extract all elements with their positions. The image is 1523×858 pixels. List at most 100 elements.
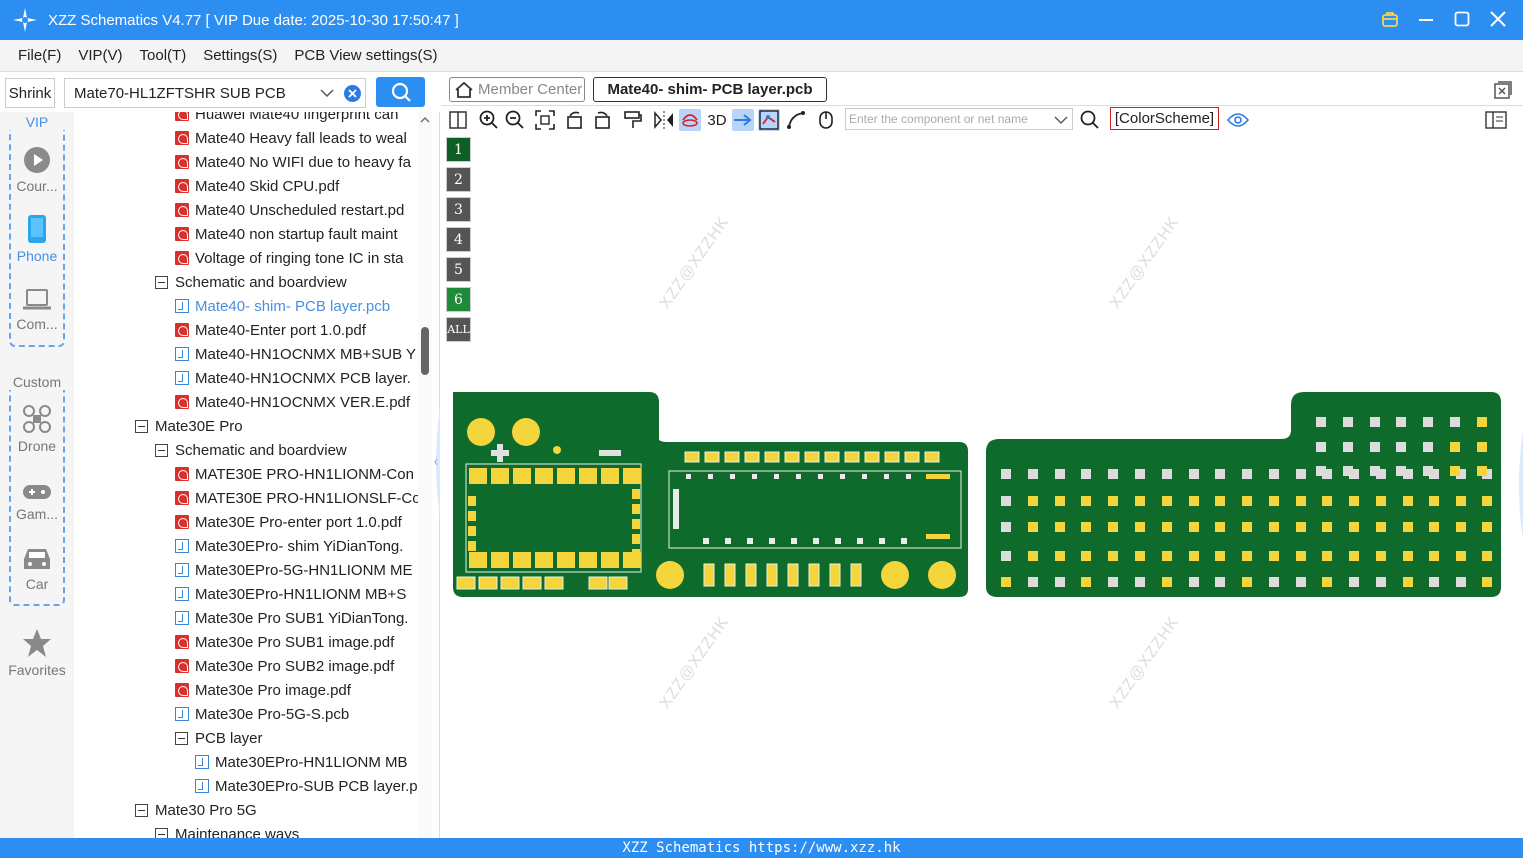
pcb-pad[interactable] — [1135, 522, 1145, 532]
pcb-pad[interactable] — [1189, 469, 1199, 479]
pcb-pad[interactable] — [1396, 417, 1406, 427]
pcb-pad[interactable] — [784, 451, 800, 463]
pcb-pad[interactable] — [1189, 577, 1199, 587]
search-button[interactable] — [376, 77, 425, 107]
pcb-pad[interactable] — [766, 563, 778, 587]
pcb-pad[interactable] — [1135, 496, 1145, 506]
pcb-pad[interactable] — [745, 563, 757, 587]
tree-file[interactable]: Mate30EPro-HN1LIONM MB — [195, 750, 408, 774]
pcb-pad[interactable] — [1477, 417, 1487, 427]
chevron-down-icon[interactable] — [319, 85, 335, 101]
tree-folder[interactable]: Schematic and boardview — [155, 438, 347, 462]
pcb-pad[interactable] — [1456, 522, 1466, 532]
net-search-icon[interactable] — [1079, 109, 1101, 131]
pcb-pad[interactable] — [1429, 522, 1439, 532]
tree-scrollbar[interactable] — [418, 112, 432, 838]
tree-file[interactable]: Mate40 No WIFI due to heavy fa — [175, 150, 411, 174]
pcb-pad[interactable] — [1349, 496, 1359, 506]
tree-file[interactable]: MATE30E PRO-HN1LIONM-Con — [175, 462, 414, 486]
pcb-pad[interactable] — [747, 538, 753, 544]
zoom-in-icon[interactable] — [478, 109, 500, 131]
pcb-pad[interactable] — [469, 468, 487, 484]
pcb-pad[interactable] — [469, 552, 487, 568]
tree-file[interactable]: Mate30EPro-SUB PCB layer.p — [195, 774, 418, 798]
sidebar-item-car[interactable]: Car — [0, 546, 74, 592]
pcb-pad[interactable] — [1108, 551, 1118, 561]
pcb-pad[interactable] — [1242, 469, 1252, 479]
paint-brush-icon[interactable] — [622, 109, 644, 131]
pcb-pad[interactable] — [1370, 466, 1380, 476]
pcb-pad[interactable] — [704, 451, 720, 463]
collapse-left-icon[interactable] — [432, 407, 440, 517]
pcb-pad[interactable] — [468, 496, 476, 506]
pcb-pad[interactable] — [1162, 469, 1172, 479]
pcb-pad[interactable] — [725, 538, 731, 544]
shrink-button[interactable]: Shrink — [5, 78, 55, 108]
tree-file[interactable]: Mate30e Pro image.pdf — [175, 678, 351, 702]
pcb-pad[interactable] — [1316, 417, 1326, 427]
pcb-pad[interactable] — [1215, 496, 1225, 506]
side-panel-icon[interactable] — [1484, 109, 1508, 131]
zoom-out-icon[interactable] — [504, 109, 526, 131]
pcb-pad[interactable] — [1482, 577, 1492, 587]
sidebar-item-favorites[interactable]: Favorites — [0, 628, 74, 678]
pcb-test-point[interactable] — [656, 561, 684, 589]
pcb-pad[interactable] — [926, 534, 950, 539]
pcb-pad[interactable] — [835, 538, 841, 544]
collapse-icon[interactable] — [135, 419, 148, 433]
pcb-pad[interactable] — [491, 468, 509, 484]
pcb-pad[interactable] — [1477, 442, 1487, 452]
pcb-pad[interactable] — [1403, 496, 1413, 506]
pcb-pad[interactable] — [1242, 551, 1252, 561]
pcb-pad[interactable] — [491, 552, 509, 568]
pcb-pad[interactable] — [1349, 522, 1359, 532]
tree-file[interactable]: Mate30EPro- shim YiDianTong. — [175, 534, 403, 558]
pcb-pad[interactable] — [752, 474, 757, 479]
pcb-pad[interactable] — [1316, 442, 1326, 452]
pcb-pad[interactable] — [1215, 522, 1225, 532]
pcb-pad[interactable] — [1343, 466, 1353, 476]
menu-file[interactable]: File(F) — [18, 47, 61, 64]
pcb-pad[interactable] — [544, 576, 564, 590]
pcb-pad[interactable] — [864, 451, 880, 463]
pcb-pad[interactable] — [535, 468, 553, 484]
pcb-pad[interactable] — [724, 451, 740, 463]
pcb-pad[interactable] — [857, 538, 863, 544]
pcb-pad[interactable] — [456, 576, 476, 590]
pcb-pad[interactable] — [1343, 442, 1353, 452]
pcb-pad[interactable] — [557, 468, 575, 484]
pcb-pad[interactable] — [1215, 551, 1225, 561]
pcb-pad[interactable] — [579, 552, 597, 568]
pcb-test-point[interactable] — [881, 561, 909, 589]
pcb-pad[interactable] — [884, 474, 889, 479]
pcb-pad[interactable] — [632, 504, 640, 514]
pcb-pad[interactable] — [1429, 551, 1439, 561]
pcb-pad[interactable] — [557, 552, 575, 568]
pcb-pad[interactable] — [535, 552, 553, 568]
pcb-pad[interactable] — [588, 576, 608, 590]
pcb-pad[interactable] — [500, 576, 520, 590]
pcb-board-right[interactable] — [986, 392, 1501, 597]
sidebar-item-phone[interactable]: Phone — [0, 214, 74, 264]
pcb-pad[interactable] — [1403, 522, 1413, 532]
pcb-pad[interactable] — [522, 576, 542, 590]
pcb-pad[interactable] — [601, 552, 619, 568]
pcb-pad[interactable] — [1269, 496, 1279, 506]
pcb-pad[interactable] — [1081, 496, 1091, 506]
pcb-pad[interactable] — [623, 468, 641, 484]
pcb-pad[interactable] — [844, 451, 860, 463]
pcb-pad[interactable] — [924, 451, 940, 463]
pcb-pad[interactable] — [906, 474, 911, 479]
pcb-pad[interactable] — [1108, 522, 1118, 532]
pcb-pad[interactable] — [926, 474, 950, 479]
tree-file[interactable]: Mate40 Skid CPU.pdf — [175, 174, 339, 198]
menu-tool[interactable]: Tool(T) — [140, 47, 187, 64]
flip-board-icon[interactable] — [679, 109, 701, 131]
color-scheme-button[interactable]: [ColorScheme] — [1110, 107, 1219, 130]
tree-folder[interactable]: Mate30E Pro — [135, 414, 243, 438]
pcb-pad[interactable] — [632, 534, 640, 544]
pcb-pad[interactable] — [787, 563, 799, 587]
pcb-pad[interactable] — [1423, 442, 1433, 452]
arrow-right-icon[interactable] — [732, 109, 754, 131]
fit-view-icon[interactable] — [534, 109, 556, 131]
